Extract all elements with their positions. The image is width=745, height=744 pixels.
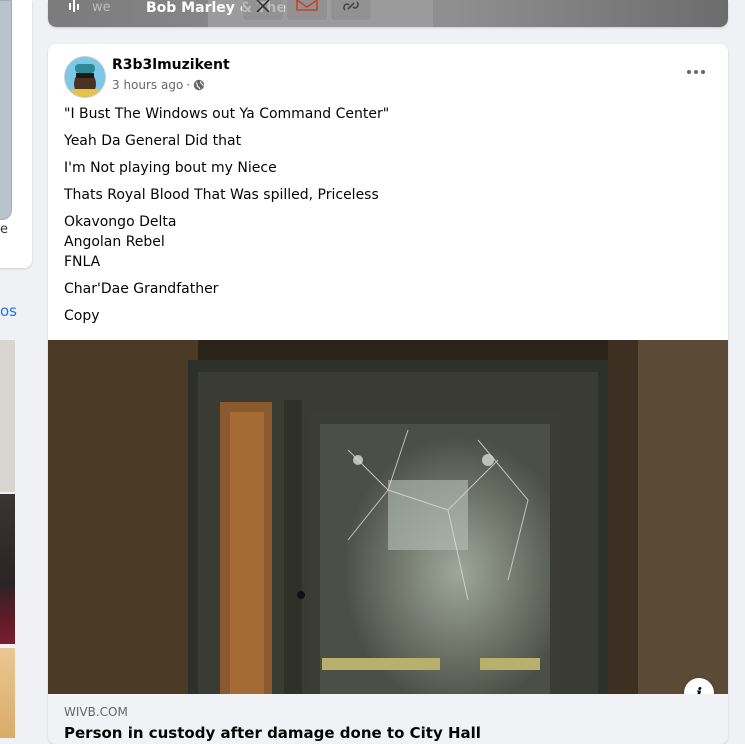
link-preview-image[interactable]: i — [48, 340, 728, 694]
globe-icon — [193, 79, 205, 91]
post-paragraph: Thats Royal Blood That Was spilled, Pric… — [64, 187, 379, 203]
post-author[interactable]: R3b3lmuzikent — [112, 57, 230, 73]
email-share-button[interactable] — [286, 0, 328, 21]
more-dot — [694, 70, 698, 74]
mail-icon — [296, 0, 318, 11]
post-line-group: Okavongo Delta Angolan Rebel FNLA — [64, 212, 704, 272]
x-share-button[interactable] — [242, 0, 284, 21]
left-card-media[interactable] — [0, 0, 12, 220]
post-paragraph: I'm Not playing bout my Niece — [64, 160, 277, 176]
post-timestamp[interactable]: 3 hours ago — [112, 78, 183, 92]
left-see-more-link[interactable]: os — [0, 302, 17, 320]
left-thumbnail-3[interactable] — [0, 648, 15, 738]
x-icon — [256, 0, 270, 12]
author-avatar[interactable] — [64, 56, 106, 98]
share-buttons — [240, 0, 372, 21]
post-paragraph: Yeah Da General Did that — [64, 133, 242, 149]
post-line: Angolan Rebel — [64, 234, 165, 250]
link-icon — [343, 1, 359, 11]
audio-wave-icon[interactable] — [68, 0, 80, 17]
previous-post-card: we Bob Marley & The — [48, 0, 728, 27]
feed-post-card: R3b3lmuzikent 3 hours ago · "I Bust The … — [48, 44, 728, 744]
post-paragraph: Copy — [64, 308, 100, 324]
link-preview-footer[interactable]: WIVB.COM Person in custody after damage … — [48, 694, 728, 744]
post-paragraph: Char'Dae Grandfather — [64, 281, 219, 297]
media-faded-text: we — [92, 0, 111, 15]
more-dot — [687, 70, 691, 74]
left-thumbnail-1[interactable] — [0, 340, 15, 492]
post-meta: 3 hours ago · — [112, 78, 205, 92]
link-domain: WIVB.COM — [64, 705, 128, 719]
more-dot — [701, 70, 705, 74]
more-options-button[interactable] — [680, 60, 712, 84]
link-headline[interactable]: Person in custody after damage done to C… — [64, 724, 481, 742]
post-paragraph: "I Bust The Windows out Ya Command Cente… — [64, 106, 390, 122]
post-body: "I Bust The Windows out Ya Command Cente… — [64, 104, 704, 333]
post-line: Okavongo Delta — [64, 214, 177, 230]
left-thumbnail-2[interactable] — [0, 494, 15, 644]
copy-link-button[interactable] — [330, 0, 372, 21]
meta-separator: · — [186, 78, 191, 92]
post-line: FNLA — [64, 254, 101, 270]
music-media-bar[interactable]: we Bob Marley & The — [48, 0, 728, 27]
left-sidebar-card: e — [0, 0, 32, 268]
left-card-text-fragment: e — [0, 222, 8, 237]
